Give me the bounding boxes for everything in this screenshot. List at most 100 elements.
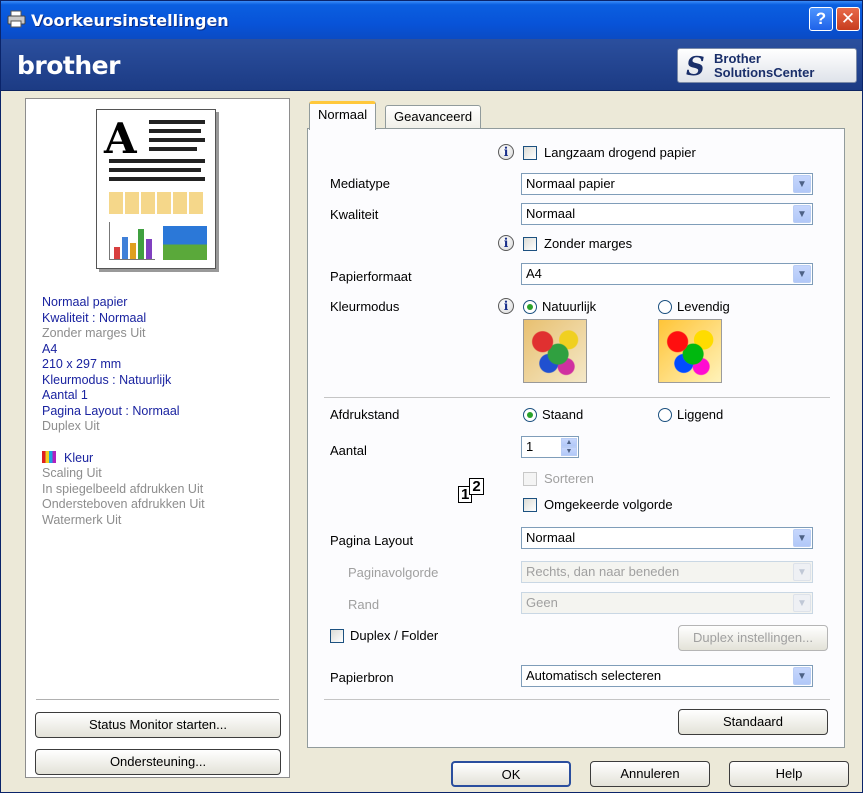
color-natural-radio[interactable]: [523, 300, 537, 314]
paper-size-label: Papierformaat: [330, 269, 412, 284]
collate-label: Sorteren: [544, 471, 594, 486]
default-button[interactable]: Standaard: [678, 709, 828, 735]
chevron-down-icon: ▼: [793, 265, 811, 283]
summary-page-layout: Pagina Layout : Normaal: [42, 403, 180, 418]
collate-checkbox[interactable]: [523, 472, 537, 486]
window-title: Voorkeursinstellingen: [31, 11, 229, 30]
tab-geavanceerd[interactable]: Geavanceerd: [385, 105, 482, 129]
quality-label: Kwaliteit: [330, 207, 379, 222]
chevron-down-icon: ▼: [793, 594, 811, 612]
ok-button[interactable]: OK: [451, 761, 571, 787]
quality-select[interactable]: Normaal ▼: [521, 203, 813, 225]
color-natural-label[interactable]: Natuurlijk: [542, 299, 596, 314]
preview-bar-graphic: [109, 222, 155, 260]
page-layout-select[interactable]: Normaal ▼: [521, 527, 813, 549]
page-order-select[interactable]: Rechts, dan naar beneden ▼: [521, 561, 813, 583]
duplex-settings-button[interactable]: Duplex instellingen...: [678, 625, 828, 651]
help-button[interactable]: Help: [729, 761, 849, 787]
printer-icon: [7, 10, 26, 28]
orientation-landscape-radio[interactable]: [658, 408, 672, 422]
page-layout-label: Pagina Layout: [330, 533, 414, 548]
solutions-center-line2: SolutionsCenter: [714, 65, 815, 80]
copies-label: Aantal: [330, 443, 367, 458]
paper-source-label: Papierbron: [330, 670, 394, 685]
color-icon: [42, 450, 56, 463]
summary-paper-size: A4: [42, 341, 58, 356]
tab-content-normaal: i Langzaam drogend papier Mediatype Norm…: [307, 128, 845, 748]
section-divider: [324, 397, 830, 398]
summary-scaling: Scaling Uit: [42, 466, 102, 480]
paper-size-value: A4: [526, 266, 542, 281]
slow-dry-label[interactable]: Langzaam drogend papier: [544, 145, 696, 160]
collate-icon: 12: [458, 478, 487, 503]
paper-source-select[interactable]: Automatisch selecteren ▼: [521, 665, 813, 687]
summary-borderless: Zonder marges Uit: [42, 326, 146, 340]
summary-watermark: Watermerk Uit: [42, 512, 122, 527]
tab-normaal[interactable]: Normaal: [309, 101, 377, 130]
border-select[interactable]: Geen ▼: [521, 592, 813, 614]
summary-media: Normaal papier: [42, 295, 128, 309]
chevron-down-icon: ▼: [793, 175, 811, 193]
borderless-checkbox[interactable]: [523, 237, 537, 251]
orientation-portrait-radio[interactable]: [523, 408, 537, 422]
help-icon[interactable]: ?: [809, 7, 833, 31]
info-icon[interactable]: i: [498, 144, 514, 160]
reverse-order-checkbox[interactable]: [523, 498, 537, 512]
copies-stepper[interactable]: 1 ▲ ▼: [521, 436, 579, 458]
cancel-button[interactable]: Annuleren: [590, 761, 710, 787]
quality-value: Normaal: [526, 206, 576, 221]
info-icon[interactable]: i: [498, 298, 514, 314]
brother-logo: brother: [17, 51, 120, 80]
paper-source-value: Automatisch selecteren: [526, 668, 662, 683]
chevron-down-icon: ▼: [793, 563, 811, 581]
solutions-center-line1: Brother: [714, 51, 761, 66]
summary-upside-down: Ondersteboven afdrukken Uit: [42, 497, 205, 511]
spin-up-icon[interactable]: ▲: [561, 438, 577, 447]
spin-down-icon[interactable]: ▼: [561, 447, 577, 456]
summary-dimensions: 210 x 297 mm: [42, 357, 122, 371]
summary-color-mode: Kleurmodus : Natuurlijk: [42, 372, 172, 387]
settings-summary-panel: A Normaal papier Kwaliteit: Normaal Zon…: [25, 98, 290, 778]
page-preview: A: [96, 109, 216, 269]
copies-value: 1: [526, 439, 534, 454]
duplex-label[interactable]: Duplex / Folder: [350, 628, 438, 643]
chevron-down-icon: ▼: [793, 205, 811, 223]
color-vivid-label[interactable]: Levendig: [677, 299, 730, 314]
close-icon[interactable]: ✕: [836, 7, 860, 31]
printing-preferences-dialog: Voorkeursinstellingen ? ✕ brother S Brot…: [0, 0, 863, 793]
brand-banner: brother S Brother SolutionsCenter: [1, 39, 862, 91]
preview-table: [109, 192, 205, 214]
orientation-landscape-label[interactable]: Liggend: [677, 407, 723, 422]
solutions-center-label: Brother SolutionsCenter: [714, 52, 814, 80]
left-divider: [36, 699, 279, 700]
info-icon[interactable]: i: [498, 235, 514, 251]
summary-mirror: In spiegelbeeld afdrukken Uit: [42, 481, 204, 496]
paper-size-select[interactable]: A4 ▼: [521, 263, 813, 285]
slow-dry-checkbox[interactable]: [523, 146, 537, 160]
media-type-select[interactable]: Normaal papier ▼: [521, 173, 813, 195]
orientation-portrait-label[interactable]: Staand: [542, 407, 583, 422]
title-bar[interactable]: Voorkeursinstellingen ? ✕: [1, 1, 862, 39]
preview-photo: [163, 226, 207, 260]
summary-color: Kleur: [42, 450, 205, 467]
solutions-center-button[interactable]: S Brother SolutionsCenter: [677, 48, 857, 83]
media-type-value: Normaal papier: [526, 176, 615, 191]
summary-color-label: Kleur: [64, 450, 94, 465]
page-order-value: Rechts, dan naar beneden: [526, 564, 680, 579]
reverse-order-label[interactable]: Omgekeerde volgorde: [544, 497, 673, 512]
border-value: Geen: [526, 595, 558, 610]
borderless-label[interactable]: Zonder marges: [544, 236, 632, 251]
page-layout-value: Normaal: [526, 530, 576, 545]
border-label: Rand: [348, 597, 380, 612]
color-mode-label: Kleurmodus: [330, 299, 400, 314]
status-monitor-button[interactable]: Status Monitor starten...: [35, 712, 281, 738]
vivid-sample-image: [658, 319, 722, 383]
duplex-checkbox[interactable]: [330, 629, 344, 643]
solutions-center-icon: S: [686, 52, 705, 82]
support-button[interactable]: Ondersteuning...: [35, 749, 281, 775]
preview-letter-a: A: [104, 114, 137, 163]
bottom-divider: [324, 699, 830, 700]
color-vivid-radio[interactable]: [658, 300, 672, 314]
page-order-label: Paginavolgorde: [348, 565, 439, 580]
natural-sample-image: [523, 319, 587, 383]
